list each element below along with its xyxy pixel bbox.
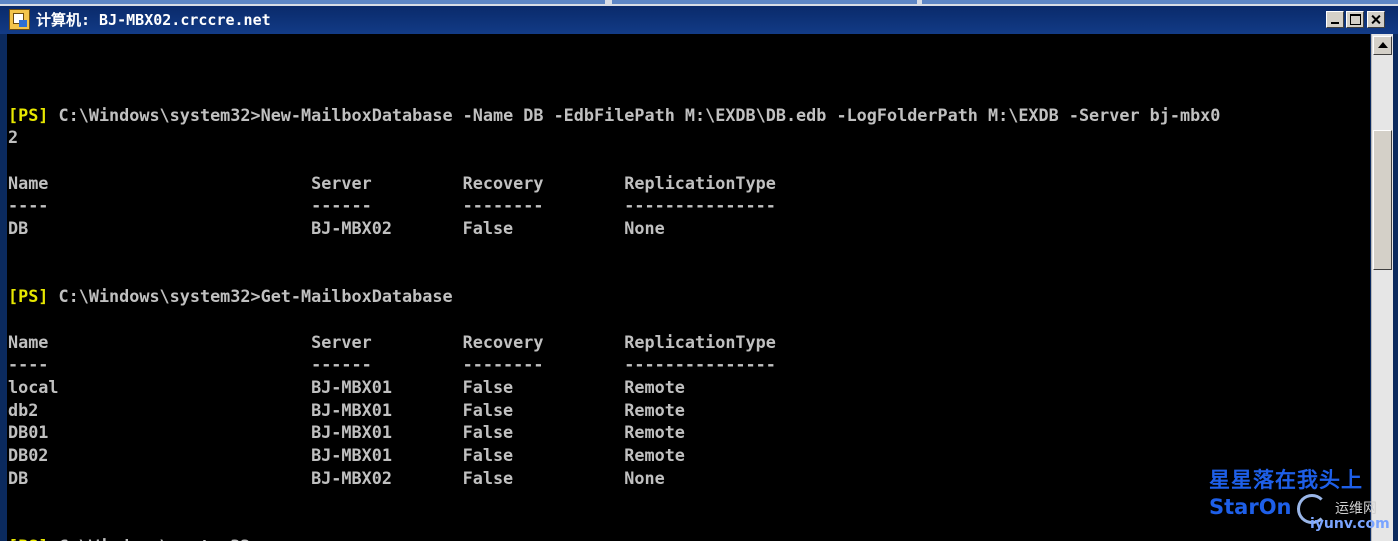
- console-prompt-path: C:\Windows\system32>: [48, 536, 261, 541]
- minimize-icon: [1331, 22, 1339, 24]
- console-line: local BJ-MBX01 False Remote: [8, 376, 1220, 399]
- taskbar-segment: [922, 0, 1398, 4]
- console-line: Name Server Recovery ReplicationType: [8, 331, 1220, 354]
- console-line: DB BJ-MBX02 False None: [8, 467, 1220, 490]
- console-line: DB01 BJ-MBX01 False Remote: [8, 421, 1220, 444]
- watermark-site: iyunv.com: [1310, 516, 1390, 532]
- taskbar-segment: [612, 0, 917, 4]
- console-line-text: DB BJ-MBX02 False None: [8, 218, 665, 239]
- console-line-text: DB BJ-MBX02 False None: [8, 467, 665, 488]
- console-line-text: C:\Windows\system32>New-MailboxDatabase …: [48, 104, 1221, 125]
- console-line-text: ---- ------ -------- ---------------: [8, 354, 776, 375]
- console-line: [PS] C:\Windows\system32>Get-MailboxData…: [8, 285, 1220, 308]
- console-line-text: C:\Windows\system32>Get-MailboxDatabase: [48, 286, 453, 307]
- taskbar-segment: [0, 0, 605, 4]
- console-line: [PS] C:\Windows\system32>New-MailboxData…: [8, 104, 1220, 127]
- app-icon-part: [19, 20, 27, 27]
- console-line: DB02 BJ-MBX01 False Remote: [8, 444, 1220, 467]
- title-bar[interactable]: 计算机: BJ-MBX02.crccre.net: [0, 6, 1398, 34]
- scrollbar-thumb[interactable]: [1373, 130, 1392, 270]
- console-output[interactable]: [PS] C:\Windows\system32>New-MailboxData…: [7, 34, 1370, 541]
- console-lines: [PS] C:\Windows\system32>New-MailboxData…: [8, 81, 1220, 541]
- window-title: 计算机: BJ-MBX02.crccre.net: [36, 11, 271, 29]
- scroll-up-button[interactable]: [1373, 36, 1392, 55]
- console-line-text: DB01 BJ-MBX01 False Remote: [8, 422, 685, 443]
- console-line-text: Name Server Recovery ReplicationType: [8, 331, 776, 352]
- console-line-text: Name Server Recovery ReplicationType: [8, 172, 776, 193]
- watermark-site-cn: 运维网: [1335, 501, 1377, 517]
- ps-prompt-marker: [PS]: [8, 104, 49, 125]
- console-line-text: local BJ-MBX01 False Remote: [8, 376, 685, 397]
- powershell-app-icon[interactable]: [9, 9, 30, 30]
- minimize-button[interactable]: [1326, 11, 1344, 28]
- console-line-text: 2: [8, 127, 19, 148]
- maximize-button[interactable]: [1346, 11, 1364, 28]
- console-input-line[interactable]: [PS] C:\Windows\system32>: [8, 535, 1220, 541]
- console-line: DB BJ-MBX02 False None: [8, 217, 1220, 240]
- watermark-title-cn: 星星落在我头上: [1209, 468, 1363, 492]
- close-button[interactable]: [1367, 11, 1385, 28]
- console-line: 2: [8, 126, 1220, 149]
- console-window: 计算机: BJ-MBX02.crccre.net [PS] C:\Windows…: [0, 6, 1398, 541]
- console-line-text: db2 BJ-MBX01 False Remote: [8, 399, 685, 420]
- watermark: 星星落在我头上 StarOn 运维网 iyunv.com: [1205, 462, 1390, 538]
- ps-prompt-marker: [PS]: [8, 536, 48, 541]
- console-line: ---- ------ -------- ---------------: [8, 353, 1220, 376]
- ps-prompt-marker: [PS]: [8, 286, 49, 307]
- scroll-up-arrow-icon: [1378, 42, 1388, 48]
- console-line: db2 BJ-MBX01 False Remote: [8, 399, 1220, 422]
- console-line-text: DB02 BJ-MBX01 False Remote: [8, 445, 685, 465]
- watermark-title-en: StarOn: [1209, 495, 1292, 519]
- console-line: ---- ------ -------- ---------------: [8, 194, 1220, 217]
- console-line-text: ---- ------ -------- ---------------: [8, 195, 776, 216]
- maximize-icon: [1350, 14, 1361, 25]
- console-line: Name Server Recovery ReplicationType: [8, 172, 1220, 195]
